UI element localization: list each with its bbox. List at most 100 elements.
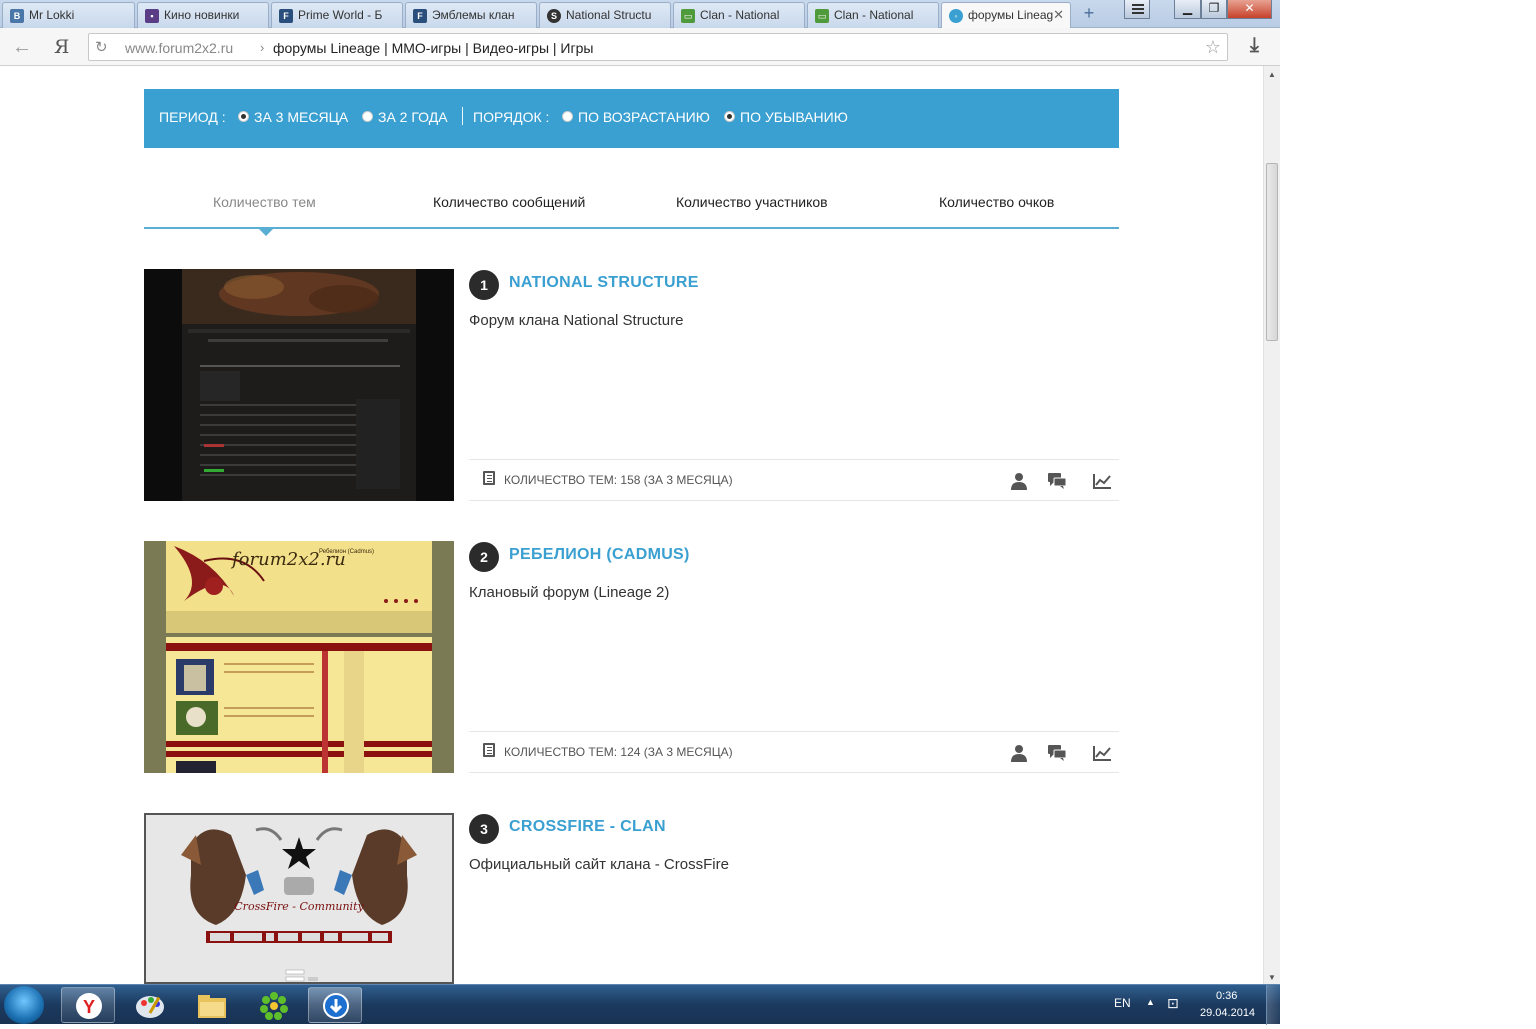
- thumb-logo-text: CrossFire - Community: [234, 900, 364, 913]
- browser-tab[interactable]: F Prime World - Б: [271, 2, 403, 28]
- tray-expand-icon[interactable]: ▲: [1146, 997, 1155, 1007]
- tab-members-count[interactable]: Количество участников: [676, 194, 828, 210]
- bookmark-star-icon[interactable]: ☆: [1205, 37, 1221, 58]
- minimize-button[interactable]: ▁: [1174, 0, 1201, 19]
- tab-label: Clan - National: [700, 8, 780, 22]
- filter-bar: ПЕРИОД : ЗА 3 МЕСЯЦА ЗА 2 ГОДА ПОРЯДОК :…: [144, 89, 1119, 148]
- network-icon[interactable]: ⊡: [1167, 995, 1179, 1012]
- back-arrow-icon[interactable]: ←: [12, 36, 32, 59]
- tab-points-count[interactable]: Количество очков: [939, 194, 1054, 210]
- forum-thumbnail[interactable]: forum2x2.ru Ребелион (Cadmus): [144, 541, 454, 773]
- windows-taskbar: Y EN ▲ ⊡ 0:36 29.04.2014: [0, 984, 1280, 1025]
- browser-tab[interactable]: F Эмблемы клан: [405, 2, 537, 28]
- forum-description: Официальный сайт клана - CrossFire: [469, 856, 729, 873]
- vk-icon: B: [10, 9, 24, 23]
- input-language-indicator[interactable]: EN: [1114, 996, 1131, 1010]
- browser-tab[interactable]: ▭ Clan - National: [807, 2, 939, 28]
- vertical-scrollbar[interactable]: ▲ ▼: [1263, 66, 1280, 984]
- forum-description: Форум клана National Structure: [469, 312, 684, 329]
- scroll-down-arrow-icon[interactable]: ▼: [1268, 973, 1276, 982]
- browser-tab[interactable]: B Mr Lokki: [2, 2, 135, 28]
- forum-description: Клановый форум (Lineage 2): [469, 584, 670, 601]
- forum-title-link[interactable]: CROSSFIRE - CLAN: [509, 818, 666, 836]
- forum-entry: 1 NATIONAL STRUCTURE Форум клана Nationa…: [144, 269, 1119, 501]
- sort-tabs: Количество тем Количество сообщений Коли…: [144, 177, 1119, 236]
- topics-count: КОЛИЧЕСТВО ТЕМ: 158 (ЗА 3 МЕСЯЦА): [504, 473, 733, 487]
- reload-icon[interactable]: ↻: [95, 38, 108, 56]
- order-option-ascending[interactable]: ПО ВОЗРАСТАНИЮ: [562, 109, 710, 125]
- forum-title-link[interactable]: РЕБЕЛИОН (CADMUS): [509, 546, 690, 564]
- globe-icon: S: [547, 9, 561, 23]
- browser-tab-active[interactable]: ◦ форумы Lineag ✕: [941, 2, 1071, 29]
- forum-icon: F: [413, 9, 427, 23]
- start-button[interactable]: [4, 986, 44, 1024]
- tab-messages-count[interactable]: Количество сообщений: [433, 194, 585, 210]
- paint-taskbar-button[interactable]: [122, 987, 176, 1023]
- radio-icon[interactable]: [238, 111, 249, 122]
- forum-entry: forum2x2.ru Ребелион (Cadmus) 2 РЕБЕЛИОН…: [144, 541, 1119, 773]
- browser-tab[interactable]: S National Structu: [539, 2, 671, 28]
- scroll-up-arrow-icon[interactable]: ▲: [1268, 70, 1276, 79]
- forum-stats-row: КОЛИЧЕСТВО ТЕМ: 158 (ЗА 3 МЕСЯЦА): [469, 459, 1119, 501]
- yandex-browser-taskbar-button[interactable]: Y: [61, 987, 115, 1023]
- tab-label: Clan - National: [834, 8, 914, 22]
- filter-divider: [462, 107, 463, 125]
- period-option-3-months[interactable]: ЗА 3 МЕСЯЦА: [238, 109, 348, 125]
- thumb-title-text: Ребелион (Cadmus): [319, 549, 374, 555]
- topics-count: КОЛИЧЕСТВО ТЕМ: 124 (ЗА 3 МЕСЯЦА): [504, 745, 733, 759]
- order-label: ПОРЯДОК :: [473, 109, 550, 125]
- forum-title-link[interactable]: NATIONAL STRUCTURE: [509, 274, 699, 292]
- radio-icon[interactable]: [724, 111, 735, 122]
- browser-tab[interactable]: ▭ Clan - National: [673, 2, 805, 28]
- forum-stats-row: КОЛИЧЕСТВО ТЕМ: 124 (ЗА 3 МЕСЯЦА): [469, 731, 1119, 773]
- close-tab-icon[interactable]: ✕: [1053, 7, 1064, 23]
- close-window-button[interactable]: ✕: [1227, 0, 1272, 19]
- explorer-taskbar-button[interactable]: [184, 987, 238, 1023]
- period-option-2-years[interactable]: ЗА 2 ГОДА: [362, 109, 448, 125]
- yandex-logo[interactable]: Я: [54, 36, 69, 58]
- stats-chart-icon[interactable]: [1092, 472, 1112, 490]
- tab-label: Prime World - Б: [298, 8, 383, 22]
- clock-date[interactable]: 29.04.2014: [1200, 1007, 1255, 1019]
- radio-icon[interactable]: [362, 111, 373, 122]
- url-page-title: форумы Lineage | MMO-игры | Видео-игры |…: [273, 40, 594, 56]
- rank-badge: 2: [469, 542, 499, 572]
- forum2x2-icon: ◦: [949, 9, 963, 23]
- address-bar[interactable]: ↻ www.forum2x2.ru › форумы Lineage | MMO…: [88, 33, 1228, 61]
- stats-chart-icon[interactable]: [1092, 744, 1112, 762]
- rank-badge: 1: [469, 270, 499, 300]
- browser-toolbar: ← Я ↻ www.forum2x2.ru › форумы Lineage |…: [0, 28, 1280, 66]
- chat-icon: ▭: [815, 9, 829, 23]
- order-option-descending[interactable]: ПО УБЫВАНИЮ: [724, 109, 848, 125]
- show-desktop-button[interactable]: [1266, 985, 1280, 1025]
- active-tab-pointer: [257, 227, 275, 236]
- tab-label: Эмблемы клан: [432, 8, 515, 22]
- user-icon[interactable]: [1009, 472, 1029, 490]
- page-content: ПЕРИОД : ЗА 3 МЕСЯЦА ЗА 2 ГОДА ПОРЯДОК :…: [0, 67, 1263, 984]
- tab-topics-count[interactable]: Количество тем: [213, 194, 316, 210]
- download-manager-taskbar-button[interactable]: [308, 987, 362, 1023]
- clock-time[interactable]: 0:36: [1216, 990, 1237, 1002]
- chat-icon: ▭: [681, 9, 695, 23]
- radio-icon[interactable]: [562, 111, 573, 122]
- messages-icon[interactable]: [1047, 472, 1067, 490]
- browser-tab-strip: B Mr Lokki ▪ Кино новинки F Prime World …: [0, 0, 1280, 29]
- browser-tab[interactable]: ▪ Кино новинки: [137, 2, 269, 28]
- messages-icon[interactable]: [1047, 744, 1067, 762]
- user-icon[interactable]: [1009, 744, 1029, 762]
- browser-menu-button[interactable]: [1124, 0, 1150, 19]
- tab-label: National Structu: [566, 8, 652, 22]
- forum-thumbnail[interactable]: CrossFire - Community: [144, 813, 454, 984]
- tab-label: Кино новинки: [164, 8, 240, 22]
- download-icon[interactable]: ⤓: [1250, 34, 1259, 57]
- icq-taskbar-button[interactable]: [246, 987, 300, 1023]
- new-tab-button[interactable]: +: [1077, 4, 1101, 24]
- url-domain: www.forum2x2.ru: [125, 40, 234, 56]
- url-separator: ›: [260, 40, 265, 55]
- maximize-button[interactable]: ❐: [1201, 0, 1227, 19]
- scrollbar-thumb[interactable]: [1266, 163, 1278, 341]
- screen: B Mr Lokki ▪ Кино новинки F Prime World …: [0, 0, 1280, 1025]
- forum-thumbnail[interactable]: [144, 269, 454, 501]
- tab-label: Mr Lokki: [29, 8, 75, 22]
- forum-entry: CrossFire - Community 3 CROSSFIRE - CLAN…: [144, 813, 1119, 984]
